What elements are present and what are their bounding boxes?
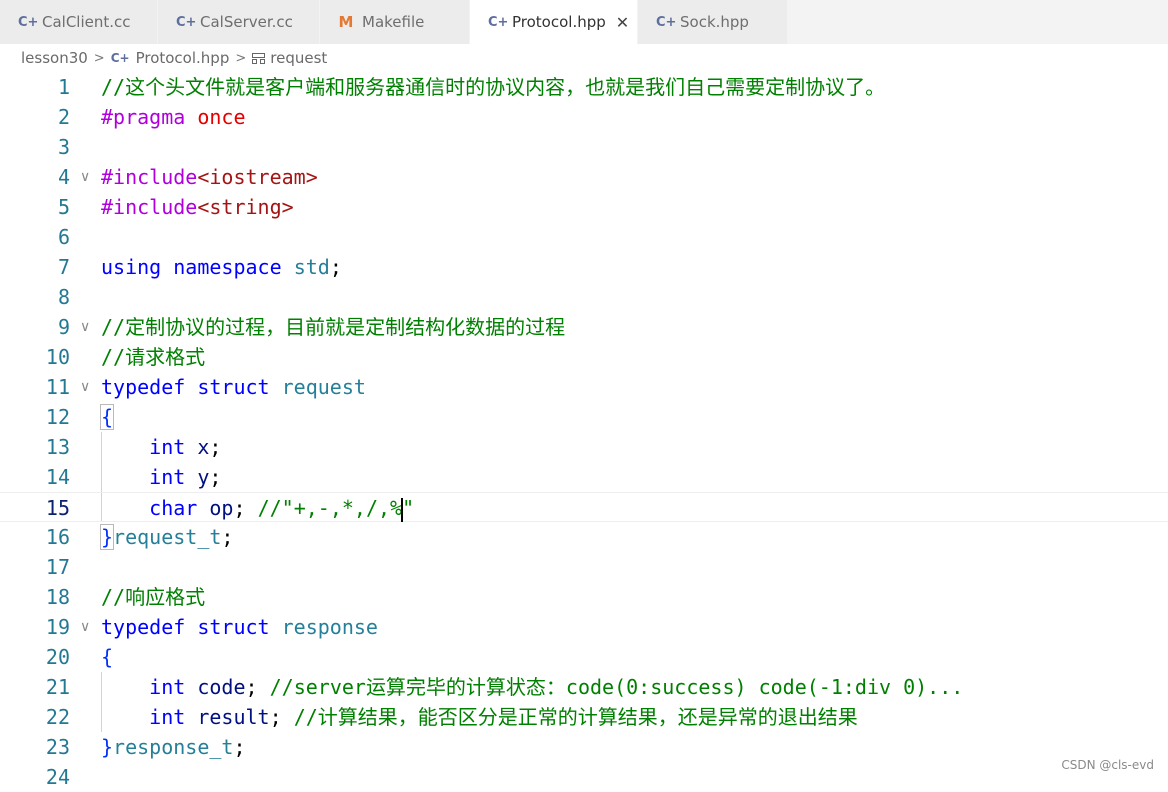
code-line[interactable]: 1 //这个头文件就是客户端和服务器通信时的协议内容，也就是我们自己需要定制协议… xyxy=(0,72,1168,102)
chevron-down-icon[interactable]: ∨ xyxy=(80,312,90,342)
code-line[interactable]: 17 xyxy=(0,552,1168,582)
code-line[interactable]: 10 //请求格式 xyxy=(0,342,1168,372)
tab-bar: C+ CalClient.cc C+ CalServer.cc M Makefi… xyxy=(0,0,1168,44)
breadcrumb-file[interactable]: Protocol.hpp xyxy=(136,49,230,67)
cpp-file-icon: C+ xyxy=(18,14,39,30)
line-code: //请求格式 xyxy=(101,345,206,369)
line-number: 3 xyxy=(57,135,70,159)
line-number: 8 xyxy=(57,285,70,309)
line-number: 15 xyxy=(45,496,70,520)
code-line[interactable]: 7 using namespace std; xyxy=(0,252,1168,282)
line-number: 4 xyxy=(57,165,70,189)
tab-label: Makefile xyxy=(362,13,425,31)
code-line[interactable]: 2 #pragma once xyxy=(0,102,1168,132)
line-code: int x; xyxy=(149,435,222,459)
watermark: CSDN @cls-evd xyxy=(1061,758,1154,772)
tab-label: CalClient.cc xyxy=(42,13,131,31)
code-line[interactable]: 19 ∨ typedef struct response xyxy=(0,612,1168,642)
line-code: char op; //"+,-,*,/,%" xyxy=(149,496,415,522)
code-line[interactable]: 22 int result; //计算结果，能否区分是正常的计算结果，还是异常的… xyxy=(0,702,1168,732)
code-line[interactable]: 5 #include<string> xyxy=(0,192,1168,222)
code-line[interactable]: 20 { xyxy=(0,642,1168,672)
current-code-line[interactable]: 15 char op; //"+,-,*,/,%" xyxy=(0,492,1168,522)
line-code: typedef struct request xyxy=(101,375,366,399)
line-code: int y; xyxy=(149,465,222,489)
breadcrumb-symbol[interactable]: request xyxy=(270,49,327,67)
code-line[interactable]: 24 xyxy=(0,762,1168,792)
line-code: { xyxy=(99,404,115,430)
line-number: 20 xyxy=(45,645,70,669)
line-code: { xyxy=(101,645,114,669)
code-line[interactable]: 8 xyxy=(0,282,1168,312)
line-number: 19 xyxy=(45,615,70,639)
breadcrumb-folder[interactable]: lesson30 xyxy=(21,49,88,67)
code-line[interactable]: 4 ∨ #include<iostream> xyxy=(0,162,1168,192)
chevron-down-icon[interactable]: ∨ xyxy=(80,162,90,192)
chevron-down-icon[interactable]: ∨ xyxy=(80,372,90,402)
line-code: int result; //计算结果，能否区分是正常的计算结果，还是异常的退出结… xyxy=(149,705,858,729)
line-number: 1 xyxy=(57,75,70,99)
code-line[interactable]: 6 xyxy=(0,222,1168,252)
line-number: 23 xyxy=(45,735,70,759)
line-number: 12 xyxy=(45,405,70,429)
code-line[interactable]: 9 ∨ //定制协议的过程，目前就是定制结构化数据的过程 xyxy=(0,312,1168,342)
tab-label: Sock.hpp xyxy=(680,13,749,31)
tab-label: Protocol.hpp xyxy=(512,13,606,31)
code-line[interactable]: 11 ∨ typedef struct request xyxy=(0,372,1168,402)
code-line[interactable]: 12 { xyxy=(0,402,1168,432)
line-number: 21 xyxy=(45,675,70,699)
line-number: 16 xyxy=(45,525,70,549)
line-code: int code; //server运算完毕的计算状态：code(0:succe… xyxy=(149,675,964,699)
tab-calclient[interactable]: C+ CalClient.cc xyxy=(0,0,158,44)
tab-calserver[interactable]: C+ CalServer.cc xyxy=(158,0,320,44)
line-number: 9 xyxy=(57,315,70,339)
line-code: //定制协议的过程，目前就是定制结构化数据的过程 xyxy=(101,315,566,339)
line-number: 13 xyxy=(45,435,70,459)
tab-sock[interactable]: C+ Sock.hpp xyxy=(638,0,788,44)
code-line[interactable]: 18 //响应格式 xyxy=(0,582,1168,612)
line-code: #include<string> xyxy=(101,195,294,219)
chevron-right-icon: > xyxy=(235,50,247,66)
line-code: #include<iostream> xyxy=(101,165,318,189)
chevron-down-icon[interactable]: ∨ xyxy=(80,612,90,642)
close-icon[interactable]: ✕ xyxy=(616,13,629,32)
line-number: 18 xyxy=(45,585,70,609)
line-number: 11 xyxy=(45,375,70,399)
code-line[interactable]: 14 int y; xyxy=(0,462,1168,492)
line-code: //响应格式 xyxy=(101,585,206,609)
chevron-right-icon: > xyxy=(93,50,105,66)
makefile-icon: M xyxy=(338,13,354,31)
line-code: #pragma once xyxy=(101,105,246,129)
struct-icon xyxy=(252,52,266,64)
line-number: 10 xyxy=(45,345,70,369)
code-line[interactable]: 23 }response_t; xyxy=(0,732,1168,762)
cpp-file-icon: C+ xyxy=(656,14,677,30)
line-number: 24 xyxy=(45,765,70,789)
line-code: typedef struct response xyxy=(101,615,378,639)
code-line[interactable]: 13 int x; xyxy=(0,432,1168,462)
code-line[interactable]: 16 }request_t; xyxy=(0,522,1168,552)
tab-label: CalServer.cc xyxy=(200,13,293,31)
cpp-file-icon: C+ xyxy=(176,14,197,30)
breadcrumb: lesson30 > C+ Protocol.hpp > request xyxy=(0,44,1168,72)
text-cursor xyxy=(401,497,404,522)
line-number: 22 xyxy=(45,705,70,729)
tab-makefile[interactable]: M Makefile xyxy=(320,0,470,44)
line-code: }response_t; xyxy=(101,735,246,759)
code-line[interactable]: 3 xyxy=(0,132,1168,162)
line-number: 7 xyxy=(57,255,70,279)
line-number: 5 xyxy=(57,195,70,219)
line-number: 14 xyxy=(45,465,70,489)
line-code: }request_t; xyxy=(99,524,234,550)
cpp-file-icon: C+ xyxy=(488,14,509,30)
line-code: using namespace std; xyxy=(101,255,342,279)
line-number: 17 xyxy=(45,555,70,579)
cpp-file-icon: C+ xyxy=(110,51,130,65)
tab-protocol[interactable]: C+ Protocol.hpp ✕ xyxy=(470,0,638,44)
line-number: 6 xyxy=(57,225,70,249)
code-line[interactable]: 21 int code; //server运算完毕的计算状态：code(0:su… xyxy=(0,672,1168,702)
line-code: //这个头文件就是客户端和服务器通信时的协议内容，也就是我们自己需要定制协议了。 xyxy=(101,75,886,99)
code-editor[interactable]: 1 //这个头文件就是客户端和服务器通信时的协议内容，也就是我们自己需要定制协议… xyxy=(0,72,1168,789)
line-number: 2 xyxy=(57,105,70,129)
